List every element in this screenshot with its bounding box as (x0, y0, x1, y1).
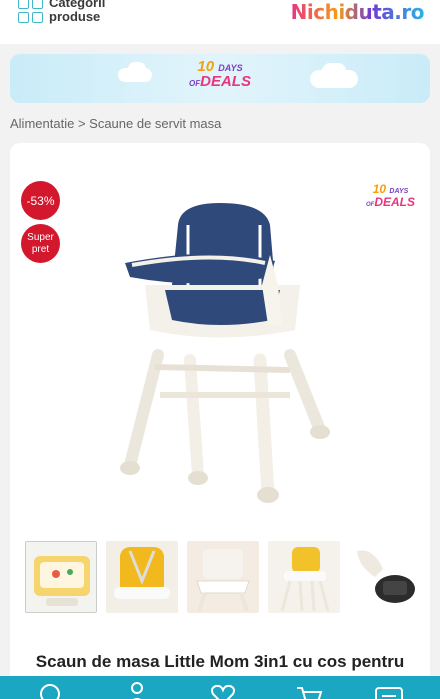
heart-icon[interactable] (208, 680, 238, 699)
header: Categorii produse Nichiduta.ro (0, 0, 440, 44)
bottom-nav (0, 676, 440, 699)
thumbnail-4[interactable] (268, 541, 340, 613)
breadcrumb: Alimentatie > Scaune de servit masa (10, 116, 221, 131)
thumbnail-5[interactable] (349, 541, 421, 613)
user-icon[interactable] (122, 680, 152, 699)
logo-text: Nichiduta.ro (290, 0, 425, 24)
thumbnail-1[interactable] (25, 541, 97, 613)
thumbnail-2[interactable] (106, 541, 178, 613)
cart-icon[interactable] (294, 680, 324, 699)
product-image[interactable] (110, 195, 340, 505)
breadcrumb-current[interactable]: Scaune de servit masa (89, 116, 221, 131)
product-title: Scaun de masa Little Mom 3in1 cu cos pen… (35, 652, 405, 671)
discount-badge: -53% (21, 181, 60, 220)
super-price-badge: Super pret (21, 224, 60, 263)
menu-icon[interactable] (374, 680, 404, 699)
thumbnail-strip (25, 541, 440, 613)
search-icon[interactable] (36, 680, 66, 699)
grid-icon (18, 0, 43, 23)
breadcrumb-separator: > (77, 116, 86, 131)
categories-label: Categorii produse (49, 0, 106, 24)
site-logo[interactable]: Nichiduta.ro (290, 0, 425, 24)
deals-promo-logo: 10 DAYS OFDEALS (366, 182, 416, 209)
banner-logo: 10 DAYS OFDEALS (189, 58, 251, 90)
thumbnail-3[interactable] (187, 541, 259, 613)
breadcrumb-parent[interactable]: Alimentatie (10, 116, 74, 131)
promo-banner[interactable]: 10 DAYS OFDEALS (10, 54, 430, 103)
categories-button[interactable]: Categorii produse (18, 0, 105, 24)
